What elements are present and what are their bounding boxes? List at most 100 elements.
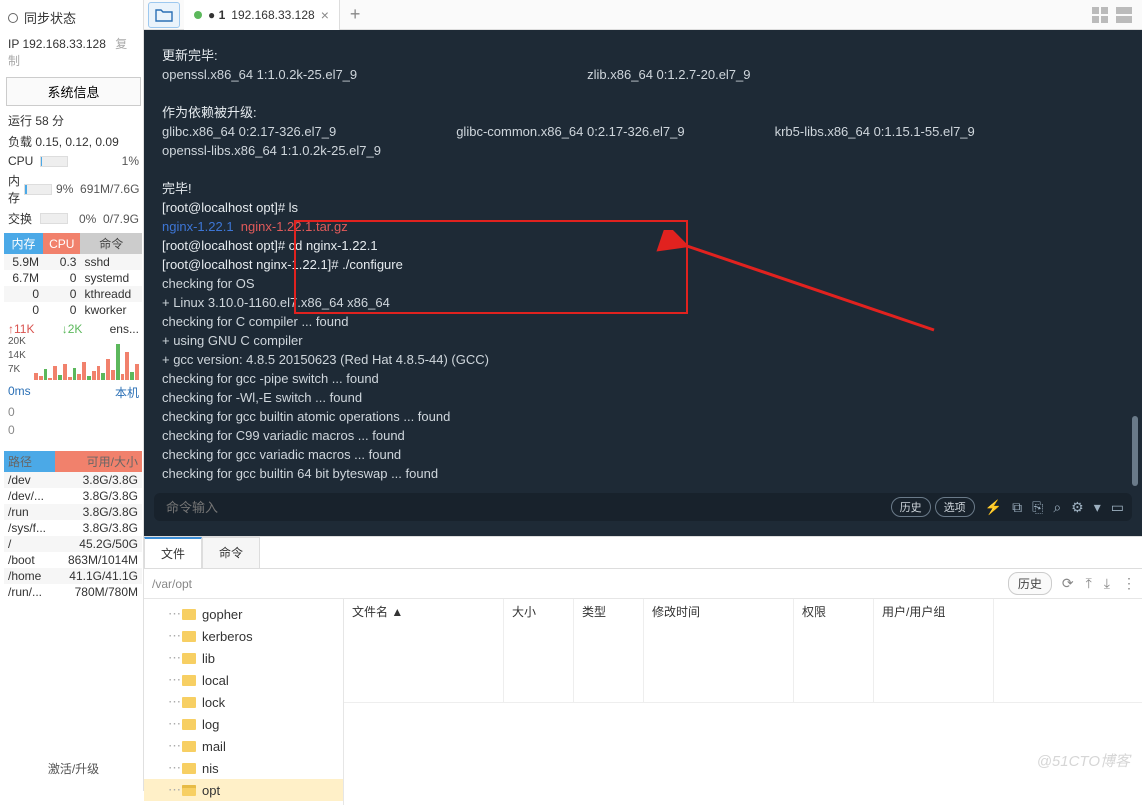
session-tab-1[interactable]: ● 1 192.168.33.128 × [184, 0, 340, 30]
session-tabs: ● 1 192.168.33.128 × + [144, 0, 1142, 30]
file-list-empty [344, 703, 1142, 805]
tree-item[interactable]: ⋯log [144, 713, 343, 735]
col-perm[interactable]: 权限 [794, 599, 874, 702]
table-row: /45.2G/50G [4, 536, 142, 552]
tree-item[interactable]: ⋯mail [144, 735, 343, 757]
folder-icon [182, 675, 196, 686]
main: ● 1 192.168.33.128 × + 更新完毕: openssl.x86… [144, 0, 1142, 791]
cpu-value: 1% [72, 154, 139, 168]
sync-label: 同步状态 [24, 8, 76, 27]
table-row: 5.9M0.3sshd [4, 254, 142, 270]
activate-link[interactable]: 激活/升级 [4, 752, 143, 791]
history-button[interactable]: 历史 [891, 497, 931, 517]
search-icon[interactable]: ⌕ [1053, 498, 1061, 517]
col-type[interactable]: 类型 [574, 599, 644, 702]
cpu-row: CPU 1% [4, 152, 143, 170]
process-table: 内存 CPU 命令 5.9M0.3sshd 6.7M0systemd 00kth… [4, 233, 142, 318]
table-row: /sys/f...3.8G/3.8G [4, 520, 142, 536]
refresh-icon[interactable]: ⟳ [1056, 575, 1080, 592]
folder-icon [182, 741, 196, 752]
terminal-scrollbar[interactable] [1132, 38, 1140, 486]
net-sparkline: 20K 14K 7K [8, 336, 139, 380]
folder-open-icon [182, 785, 196, 796]
close-tab-icon[interactable]: × [321, 7, 329, 23]
mem-row: 内存 9% 691M/7.6G [4, 170, 143, 208]
command-input[interactable] [162, 498, 887, 517]
fs-h-path[interactable]: 路径 [4, 451, 55, 472]
sync-dot-icon [8, 13, 18, 23]
file-columns: 文件名 ▲ 大小 类型 修改时间 权限 用户/用户组 [344, 599, 1142, 703]
tree-item[interactable]: ⋯lib [144, 647, 343, 669]
terminal[interactable]: 更新完毕: openssl.x86_64 1:1.0.2k-25.el7_9zl… [144, 30, 1142, 536]
directory-tree: ⋯gopher ⋯kerberos ⋯lib ⋯local ⋯lock ⋯log… [144, 599, 344, 805]
ip-text: IP 192.168.33.128 [8, 37, 106, 51]
proc-h-cpu[interactable]: CPU [43, 233, 80, 254]
col-owner[interactable]: 用户/用户组 [874, 599, 994, 702]
path-history-button[interactable]: 历史 [1008, 572, 1052, 595]
table-row: 00kthreadd [4, 286, 142, 302]
cpu-bar [40, 156, 68, 167]
table-row: /home41.1G/41.1G [4, 568, 142, 584]
bottom-panel: 文件 命令 /var/opt 历史 ⟳ ⤒ ⤓ ⋮ ⋯gopher ⋯kerbe… [144, 536, 1142, 791]
proc-h-mem[interactable]: 内存 [4, 233, 43, 254]
tree-item[interactable]: ⋯kerberos [144, 625, 343, 647]
ip-line: IP 192.168.33.128 复制 [4, 31, 143, 73]
tab-file[interactable]: 文件 [144, 537, 202, 568]
cpu-label: CPU [8, 154, 36, 168]
sidebar: 同步状态 IP 192.168.33.128 复制 系统信息 运行 58 分 负… [0, 0, 144, 791]
terminal-footer: 历史 选项 ⚡ ⧉ ⎘ ⌕ ⚙ ▾ ▭ [154, 493, 1132, 521]
latency-link[interactable]: 0ms [8, 384, 31, 401]
gear-icon[interactable]: ⚙ [1071, 498, 1084, 517]
net-row: ↑11K ↓2K ens... [4, 318, 143, 336]
copy-icon[interactable]: ⎘ [1032, 498, 1043, 517]
table-row: 00kworker [4, 302, 142, 318]
bolt-icon[interactable]: ⚡ [985, 498, 1002, 517]
table-row: /run3.8G/3.8G [4, 504, 142, 520]
net-down: ↓2K [62, 322, 83, 336]
table-row: /run/...780M/780M [4, 584, 142, 600]
fs-h-size[interactable]: 可用/大小 [55, 451, 142, 472]
tree-item-selected[interactable]: ⋯opt [144, 779, 343, 801]
mem-value: 9% 691M/7.6G [56, 182, 139, 196]
layout-grid-icon[interactable] [1092, 7, 1132, 23]
col-filename[interactable]: 文件名 ▲ [344, 599, 504, 702]
fullscreen-icon[interactable]: ▭ [1111, 498, 1124, 517]
swap-bar [40, 213, 68, 224]
tree-item[interactable]: ⋯gopher [144, 603, 343, 625]
tab-prefix: ● 1 [208, 8, 225, 22]
path-input[interactable]: /var/opt [144, 572, 1004, 596]
system-info-button[interactable]: 系统信息 [6, 77, 141, 106]
upload-icon[interactable]: ⤒ [1080, 575, 1098, 592]
add-tab-button[interactable]: + [340, 4, 371, 25]
host-link[interactable]: 本机 [115, 384, 139, 401]
more-icon[interactable]: ⋮ [1116, 575, 1142, 592]
download-icon[interactable]: ⤓ [1098, 575, 1116, 592]
proc-h-cmd[interactable]: 命令 [80, 233, 142, 254]
open-folder-button[interactable] [148, 2, 180, 28]
options-button[interactable]: 选项 [935, 497, 975, 517]
tab-address: 192.168.33.128 [231, 8, 314, 22]
mem-bar [24, 184, 52, 195]
table-row: /dev3.8G/3.8G [4, 472, 142, 488]
tree-item[interactable]: ⋯local [144, 669, 343, 691]
net-if[interactable]: ens... [110, 322, 139, 336]
clipboard-icon[interactable]: ⧉ [1012, 498, 1022, 517]
folder-icon [182, 631, 196, 642]
load-text: 负载 0.15, 0.12, 0.09 [4, 131, 143, 152]
net-up: ↑11K [8, 322, 34, 336]
mem-label: 内存 [8, 172, 20, 206]
col-size[interactable]: 大小 [504, 599, 574, 702]
status-dot-icon [194, 11, 202, 19]
tree-item[interactable]: ⋯lock [144, 691, 343, 713]
swap-label: 交换 [8, 210, 36, 227]
folder-icon [182, 719, 196, 730]
tab-command[interactable]: 命令 [202, 537, 260, 568]
swap-row: 交换 0% 0/7.9G [4, 208, 143, 229]
col-mtime[interactable]: 修改时间 [644, 599, 794, 702]
sync-status: 同步状态 [4, 4, 143, 31]
swap-value: 0% 0/7.9G [72, 212, 139, 226]
table-row: /dev/...3.8G/3.8G [4, 488, 142, 504]
chevron-down-icon[interactable]: ▾ [1094, 498, 1101, 517]
tree-item[interactable]: ⋯nis [144, 757, 343, 779]
folder-icon [182, 609, 196, 620]
